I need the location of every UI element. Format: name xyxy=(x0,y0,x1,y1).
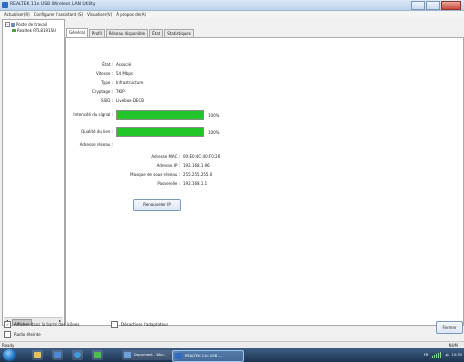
renew-ip-button[interactable]: Renouveler IP xyxy=(133,199,181,211)
device-tree: − Poste de travail Realtek RTL8191SU ◂ ▸ xyxy=(2,19,65,326)
taskbar-ie-icon[interactable] xyxy=(72,350,83,360)
link-quality-fill xyxy=(117,128,203,136)
taskbar-task-document[interactable]: Document - Wor... xyxy=(122,350,178,360)
encryption-value: TKIP xyxy=(116,89,125,94)
mask-value: 255.255.255.0 xyxy=(183,172,213,177)
clock[interactable]: 15:35 xyxy=(452,353,462,357)
maximize-button[interactable] xyxy=(426,1,440,10)
tree-root-label: Poste de travail xyxy=(16,22,48,27)
taskbar-media-icon[interactable] xyxy=(52,350,63,360)
type-value: Infrastructure xyxy=(116,80,144,85)
close-window-button[interactable] xyxy=(441,1,461,10)
status-label: État : xyxy=(102,62,113,67)
disable-adapter-checkbox[interactable] xyxy=(111,321,118,328)
network-address-label: Adresse réseau : xyxy=(79,142,113,147)
quality-label: Qualité du lien : xyxy=(81,129,113,134)
taskbar-app-icon[interactable] xyxy=(92,350,103,360)
taskbar-task-realtek[interactable]: REALTEK 11n USB ... xyxy=(172,350,244,362)
language-indicator[interactable]: FR xyxy=(424,353,429,357)
app-icon xyxy=(2,2,8,8)
realtek-icon xyxy=(175,353,182,359)
menu-bar: Actualiser(R) Configurer l'assistant (S)… xyxy=(0,11,464,18)
taskbar-explorer-icon[interactable] xyxy=(32,350,43,360)
title-bar: REALTEK 11n USB Wireless LAN Utility xyxy=(0,0,464,11)
radio-off-option[interactable]: Radio éteinte xyxy=(4,331,41,338)
quality-percent: 100% xyxy=(208,130,220,135)
disable-adapter-option[interactable]: Désactiver l'adaptateur xyxy=(111,321,168,328)
tab-status[interactable]: État xyxy=(149,29,164,37)
tab-general[interactable]: Général xyxy=(66,28,88,37)
signal-label: Intensité du signal : xyxy=(73,112,113,117)
speed-label: Vitesse : xyxy=(95,71,113,76)
ssid-value: Livebox-DECB xyxy=(116,98,144,103)
volume-icon[interactable]: ◂) xyxy=(445,353,448,357)
close-button[interactable]: Fermer xyxy=(436,321,463,334)
start-button-icon[interactable] xyxy=(3,349,16,361)
status-value: Associé xyxy=(116,62,132,67)
menu-about[interactable]: À propos de(A) xyxy=(116,12,146,17)
speed-value: 54 Mbps xyxy=(116,71,133,76)
type-label: Type : xyxy=(101,80,113,85)
show-tray-label: Afficher dans la barre des icônes xyxy=(14,322,80,327)
ip-label: Adresse IP : xyxy=(156,163,180,168)
show-tray-checkbox[interactable]: ✓ xyxy=(4,321,11,328)
window-title: REALTEK 11n USB Wireless LAN Utility xyxy=(10,2,96,7)
mask-label: Masque de sous-réseau : xyxy=(130,172,180,177)
encryption-label: Cryptage : xyxy=(92,89,113,94)
tree-expander-icon[interactable]: − xyxy=(5,22,10,27)
tab-available-network[interactable]: Réseau disponible xyxy=(105,29,149,37)
computer-icon xyxy=(11,22,15,27)
tab-strip: Général Profil Réseau disponible État St… xyxy=(66,28,195,37)
gateway-label: Passerelle : xyxy=(157,181,180,186)
tab-profile[interactable]: Profil xyxy=(88,29,105,37)
ssid-label: SSID : xyxy=(101,98,113,103)
gateway-value: 192.168.1.1 xyxy=(183,181,208,186)
signal-strength-bar xyxy=(116,110,204,120)
radio-off-checkbox[interactable] xyxy=(4,331,11,338)
general-panel: État : Associé Vitesse : 54 Mbps Type : … xyxy=(65,37,464,326)
menu-refresh[interactable]: Actualiser(R) xyxy=(4,12,30,17)
ip-value: 192.168.1.96 xyxy=(183,163,210,168)
mac-value: 00:E0:4C:40:F0:26 xyxy=(183,154,221,159)
menu-view[interactable]: Visualiser(V) xyxy=(87,12,112,17)
link-quality-bar xyxy=(116,127,204,137)
tree-root[interactable]: − Poste de travail xyxy=(5,22,47,27)
window-controls xyxy=(410,1,461,10)
wifi-signal-icon[interactable] xyxy=(432,352,442,358)
task-label: Document - Wor... xyxy=(134,353,167,357)
minimize-button[interactable] xyxy=(411,1,425,10)
radio-off-label: Radio éteinte xyxy=(14,332,41,337)
tab-statistics[interactable]: Statistiques xyxy=(164,29,194,37)
task-label: REALTEK 11n USB ... xyxy=(185,354,222,358)
show-tray-option[interactable]: ✓ Afficher dans la barre des icônes xyxy=(4,321,79,328)
signal-strength-fill xyxy=(117,111,203,119)
tree-item-adapter[interactable]: Realtek RTL8191SU xyxy=(12,28,56,33)
menu-wizard[interactable]: Configurer l'assistant (S) xyxy=(34,12,83,17)
tree-item-label: Realtek RTL8191SU xyxy=(17,28,57,33)
mac-label: Adresse MAC : xyxy=(151,154,180,159)
taskbar: Document - Wor... REALTEK 11n USB ... FR… xyxy=(0,348,464,362)
signal-percent: 100% xyxy=(208,113,220,118)
disable-adapter-label: Désactiver l'adaptateur xyxy=(121,322,169,327)
network-adapter-icon xyxy=(12,29,16,32)
document-icon xyxy=(124,352,131,358)
system-tray: FR ◂) 15:35 xyxy=(421,350,462,360)
